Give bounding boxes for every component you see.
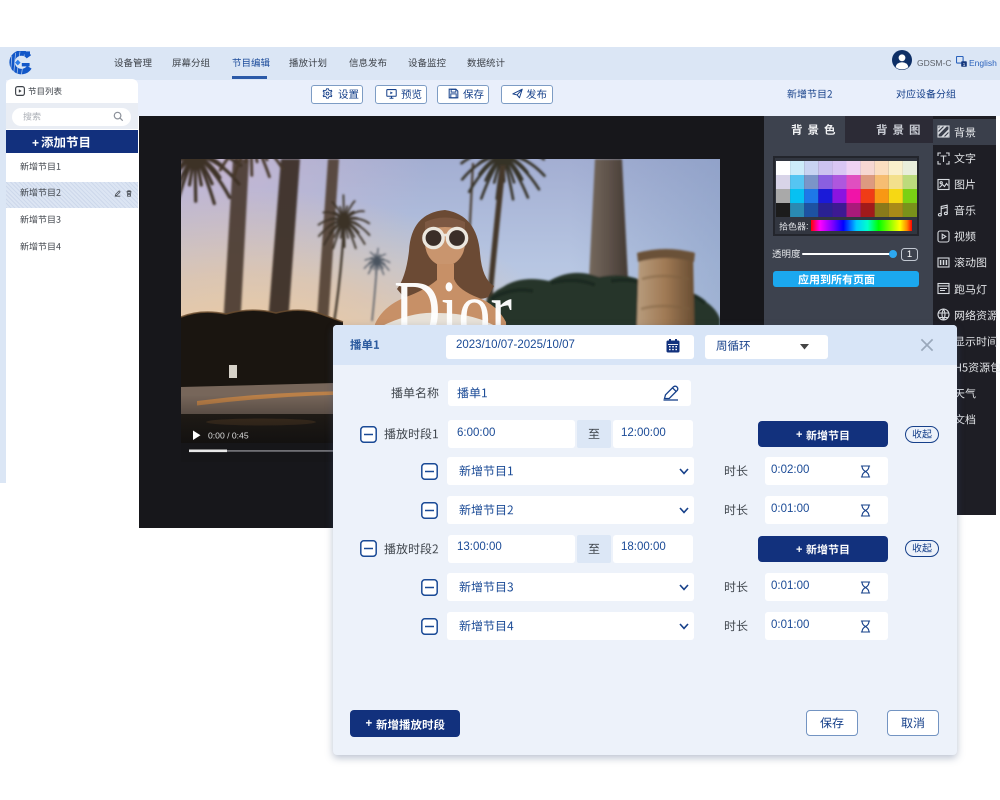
svg-text:0:00 / 0:45: 0:00 / 0:45 <box>208 431 249 441</box>
svg-text:1: 1 <box>963 62 966 67</box>
